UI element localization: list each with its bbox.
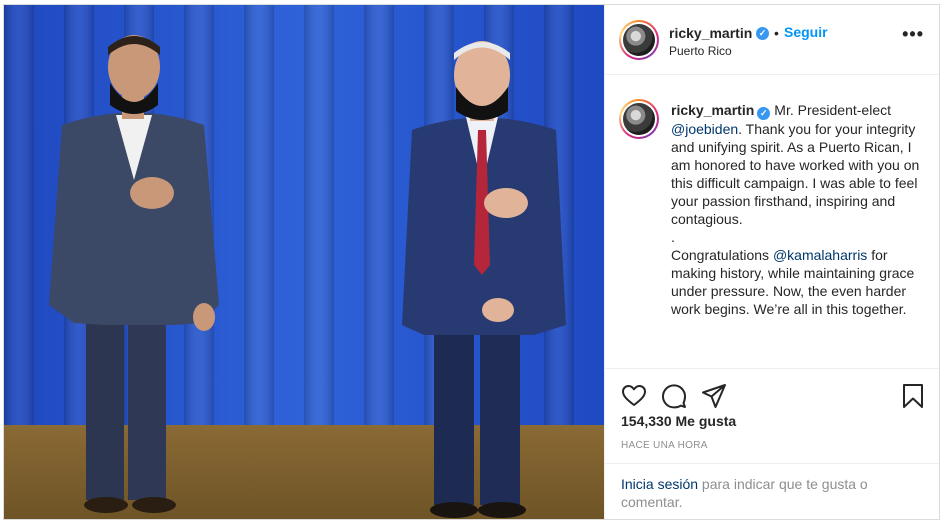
heart-icon[interactable] [621, 383, 647, 409]
location-link[interactable]: Puerto Rico [669, 44, 732, 58]
avatar[interactable] [619, 20, 659, 60]
share-icon[interactable] [701, 383, 727, 409]
more-options-icon[interactable]: ••• [902, 25, 924, 43]
login-link[interactable]: Inicia sesión [621, 476, 698, 492]
caption-avatar-image [623, 103, 655, 135]
post-timestamp[interactable]: HACE UNA HORA [621, 440, 708, 451]
post-caption: ricky_martin ✓ Mr. President-elect @joebid… [605, 75, 939, 368]
caption-p1-start: Mr. President-elect [774, 102, 891, 118]
avatar-image [623, 24, 655, 56]
caption-text: ricky_martin ✓ Mr. President-elect @joebid… [671, 101, 929, 318]
post-header: ricky_martin ✓ • Seguir Puerto Rico ••• [605, 5, 939, 75]
bookmark-icon[interactable] [900, 383, 926, 409]
mention-kamalaharris[interactable]: @kamalaharris [773, 247, 867, 263]
caption-p2-start: Congratulations [671, 247, 773, 263]
post-image [4, 5, 604, 519]
caption-avatar[interactable] [619, 99, 659, 139]
post-side-panel: ricky_martin ✓ • Seguir Puerto Rico ••• … [604, 5, 939, 519]
caption-dot: . [671, 229, 675, 245]
mention-joebiden[interactable]: @joebiden [671, 121, 738, 137]
instagram-post: ricky_martin ✓ • Seguir Puerto Rico ••• … [3, 4, 940, 520]
likes-count[interactable]: 154,330 Me gusta [621, 413, 736, 429]
separator-dot: • [774, 25, 779, 41]
header-username[interactable]: ricky_martin [669, 25, 752, 41]
post-photo[interactable] [4, 5, 604, 519]
caption-username[interactable]: ricky_martin [671, 102, 754, 118]
login-prompt: Inicia sesión para indicar que te gusta … [605, 463, 939, 519]
follow-button[interactable]: Seguir [784, 24, 828, 40]
caption-verified-icon: ✓ [757, 107, 771, 120]
comment-icon[interactable] [661, 383, 687, 409]
verified-icon: ✓ [756, 27, 769, 40]
